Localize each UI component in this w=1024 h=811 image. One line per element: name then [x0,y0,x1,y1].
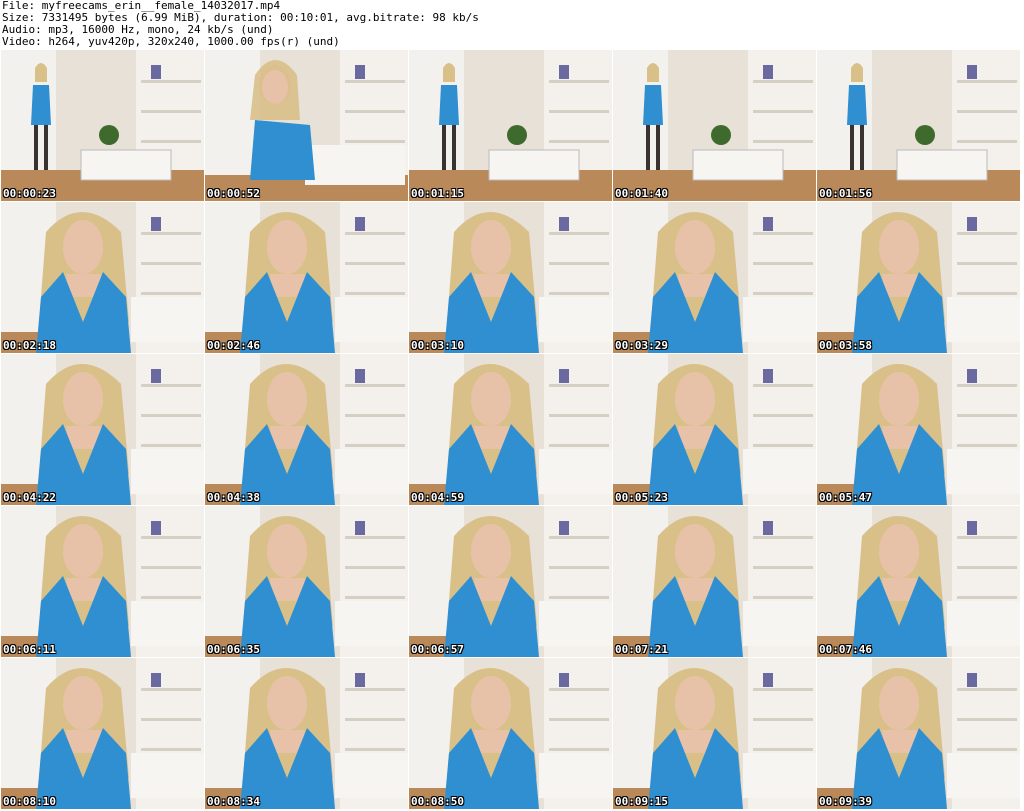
file-info-header: File: myfreecams_erin__female_14032017.m… [2,0,479,48]
video-thumbnail: 00:04:38 [205,354,408,505]
thumbnail-frame-image [613,506,816,657]
video-thumbnail: 00:09:39 [817,658,1020,809]
video-thumbnail: 00:04:59 [409,354,612,505]
video-thumbnail: 00:09:15 [613,658,816,809]
timestamp-label: 00:07:46 [819,643,872,656]
timestamp-label: 00:08:10 [3,795,56,808]
video-thumbnail: 00:01:56 [817,50,1020,201]
timestamp-label: 00:00:52 [207,187,260,200]
thumbnail-frame-image [613,50,816,201]
timestamp-label: 00:04:38 [207,491,260,504]
video-thumbnail: 00:04:22 [1,354,204,505]
video-thumbnail: 00:05:23 [613,354,816,505]
thumbnail-frame-image [1,354,204,505]
thumbnail-frame-image [205,658,408,809]
thumbnail-frame-image [817,506,1020,657]
video-thumbnail: 00:02:18 [1,202,204,353]
timestamp-label: 00:02:46 [207,339,260,352]
video-info-line: Video: h264, yuv420p, 320x240, 1000.00 f… [2,35,340,48]
thumbnail-frame-image [817,354,1020,505]
video-thumbnail: 00:06:35 [205,506,408,657]
video-thumbnail: 00:05:47 [817,354,1020,505]
thumbnail-frame-image [817,202,1020,353]
timestamp-label: 00:03:29 [615,339,668,352]
thumbnail-frame-image [409,202,612,353]
thumbnail-frame-image [205,506,408,657]
timestamp-label: 00:08:50 [411,795,464,808]
timestamp-label: 00:03:58 [819,339,872,352]
thumbnail-frame-image [409,658,612,809]
video-thumbnail: 00:01:40 [613,50,816,201]
video-thumbnail: 00:03:10 [409,202,612,353]
video-thumbnail: 00:01:15 [409,50,612,201]
thumbnail-frame-image [1,202,204,353]
timestamp-label: 00:06:35 [207,643,260,656]
thumbnail-frame-image [205,354,408,505]
thumbnail-frame-image [409,354,612,505]
video-thumbnail: 00:06:57 [409,506,612,657]
timestamp-label: 00:03:10 [411,339,464,352]
timestamp-label: 00:02:18 [3,339,56,352]
video-thumbnail: 00:08:10 [1,658,204,809]
video-thumbnail: 00:00:23 [1,50,204,201]
timestamp-label: 00:09:39 [819,795,872,808]
timestamp-label: 00:04:59 [411,491,464,504]
thumbnail-grid: 00:00:23 00:00:52 00:01:15 00:01:40 00:0… [1,50,1023,810]
timestamp-label: 00:06:11 [3,643,56,656]
timestamp-label: 00:07:21 [615,643,668,656]
thumbnail-frame-image [205,50,408,201]
thumbnail-frame-image [1,50,204,201]
thumbnail-frame-image [409,50,612,201]
video-thumbnail: 00:07:21 [613,506,816,657]
video-thumbnail: 00:06:11 [1,506,204,657]
timestamp-label: 00:04:22 [3,491,56,504]
timestamp-label: 00:09:15 [615,795,668,808]
thumbnail-frame-image [205,202,408,353]
video-thumbnail: 00:02:46 [205,202,408,353]
thumbnail-frame-image [1,506,204,657]
thumbnail-frame-image [1,658,204,809]
timestamp-label: 00:01:40 [615,187,668,200]
timestamp-label: 00:06:57 [411,643,464,656]
video-thumbnail: 00:03:58 [817,202,1020,353]
video-thumbnail: 00:07:46 [817,506,1020,657]
video-thumbnail: 00:03:29 [613,202,816,353]
timestamp-label: 00:05:23 [615,491,668,504]
timestamp-label: 00:05:47 [819,491,872,504]
thumbnail-frame-image [817,50,1020,201]
thumbnail-frame-image [409,506,612,657]
timestamp-label: 00:01:15 [411,187,464,200]
thumbnail-frame-image [817,658,1020,809]
timestamp-label: 00:01:56 [819,187,872,200]
timestamp-label: 00:08:34 [207,795,260,808]
timestamp-label: 00:00:23 [3,187,56,200]
video-thumbnail: 00:00:52 [205,50,408,201]
thumbnail-frame-image [613,202,816,353]
thumbnail-frame-image [613,658,816,809]
thumbnail-frame-image [613,354,816,505]
video-thumbnail: 00:08:50 [409,658,612,809]
video-thumbnail: 00:08:34 [205,658,408,809]
